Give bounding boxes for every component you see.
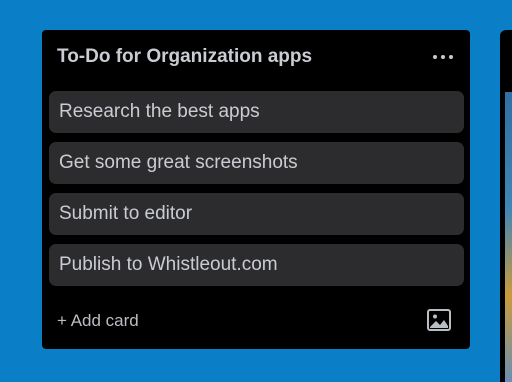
next-list-cover-image	[505, 92, 512, 382]
more-horizontal-icon	[433, 55, 437, 59]
list-title[interactable]: To-Do for Organization apps	[57, 46, 312, 68]
todo-list: To-Do for Organization apps Research the…	[42, 30, 470, 349]
list-header: To-Do for Organization apps	[42, 30, 470, 86]
next-list-partial[interactable]	[500, 30, 512, 382]
list-menu-button[interactable]	[428, 44, 458, 70]
add-card-button[interactable]: + Add card	[57, 311, 139, 331]
card-screenshots[interactable]: Get some great screenshots	[49, 142, 464, 184]
image-icon	[427, 309, 451, 331]
card-submit[interactable]: Submit to editor	[49, 193, 464, 235]
card-list: Research the best apps Get some great sc…	[49, 91, 464, 295]
card-research[interactable]: Research the best apps	[49, 91, 464, 133]
create-from-template-button[interactable]	[426, 307, 452, 333]
card-publish[interactable]: Publish to Whistleout.com	[49, 244, 464, 286]
